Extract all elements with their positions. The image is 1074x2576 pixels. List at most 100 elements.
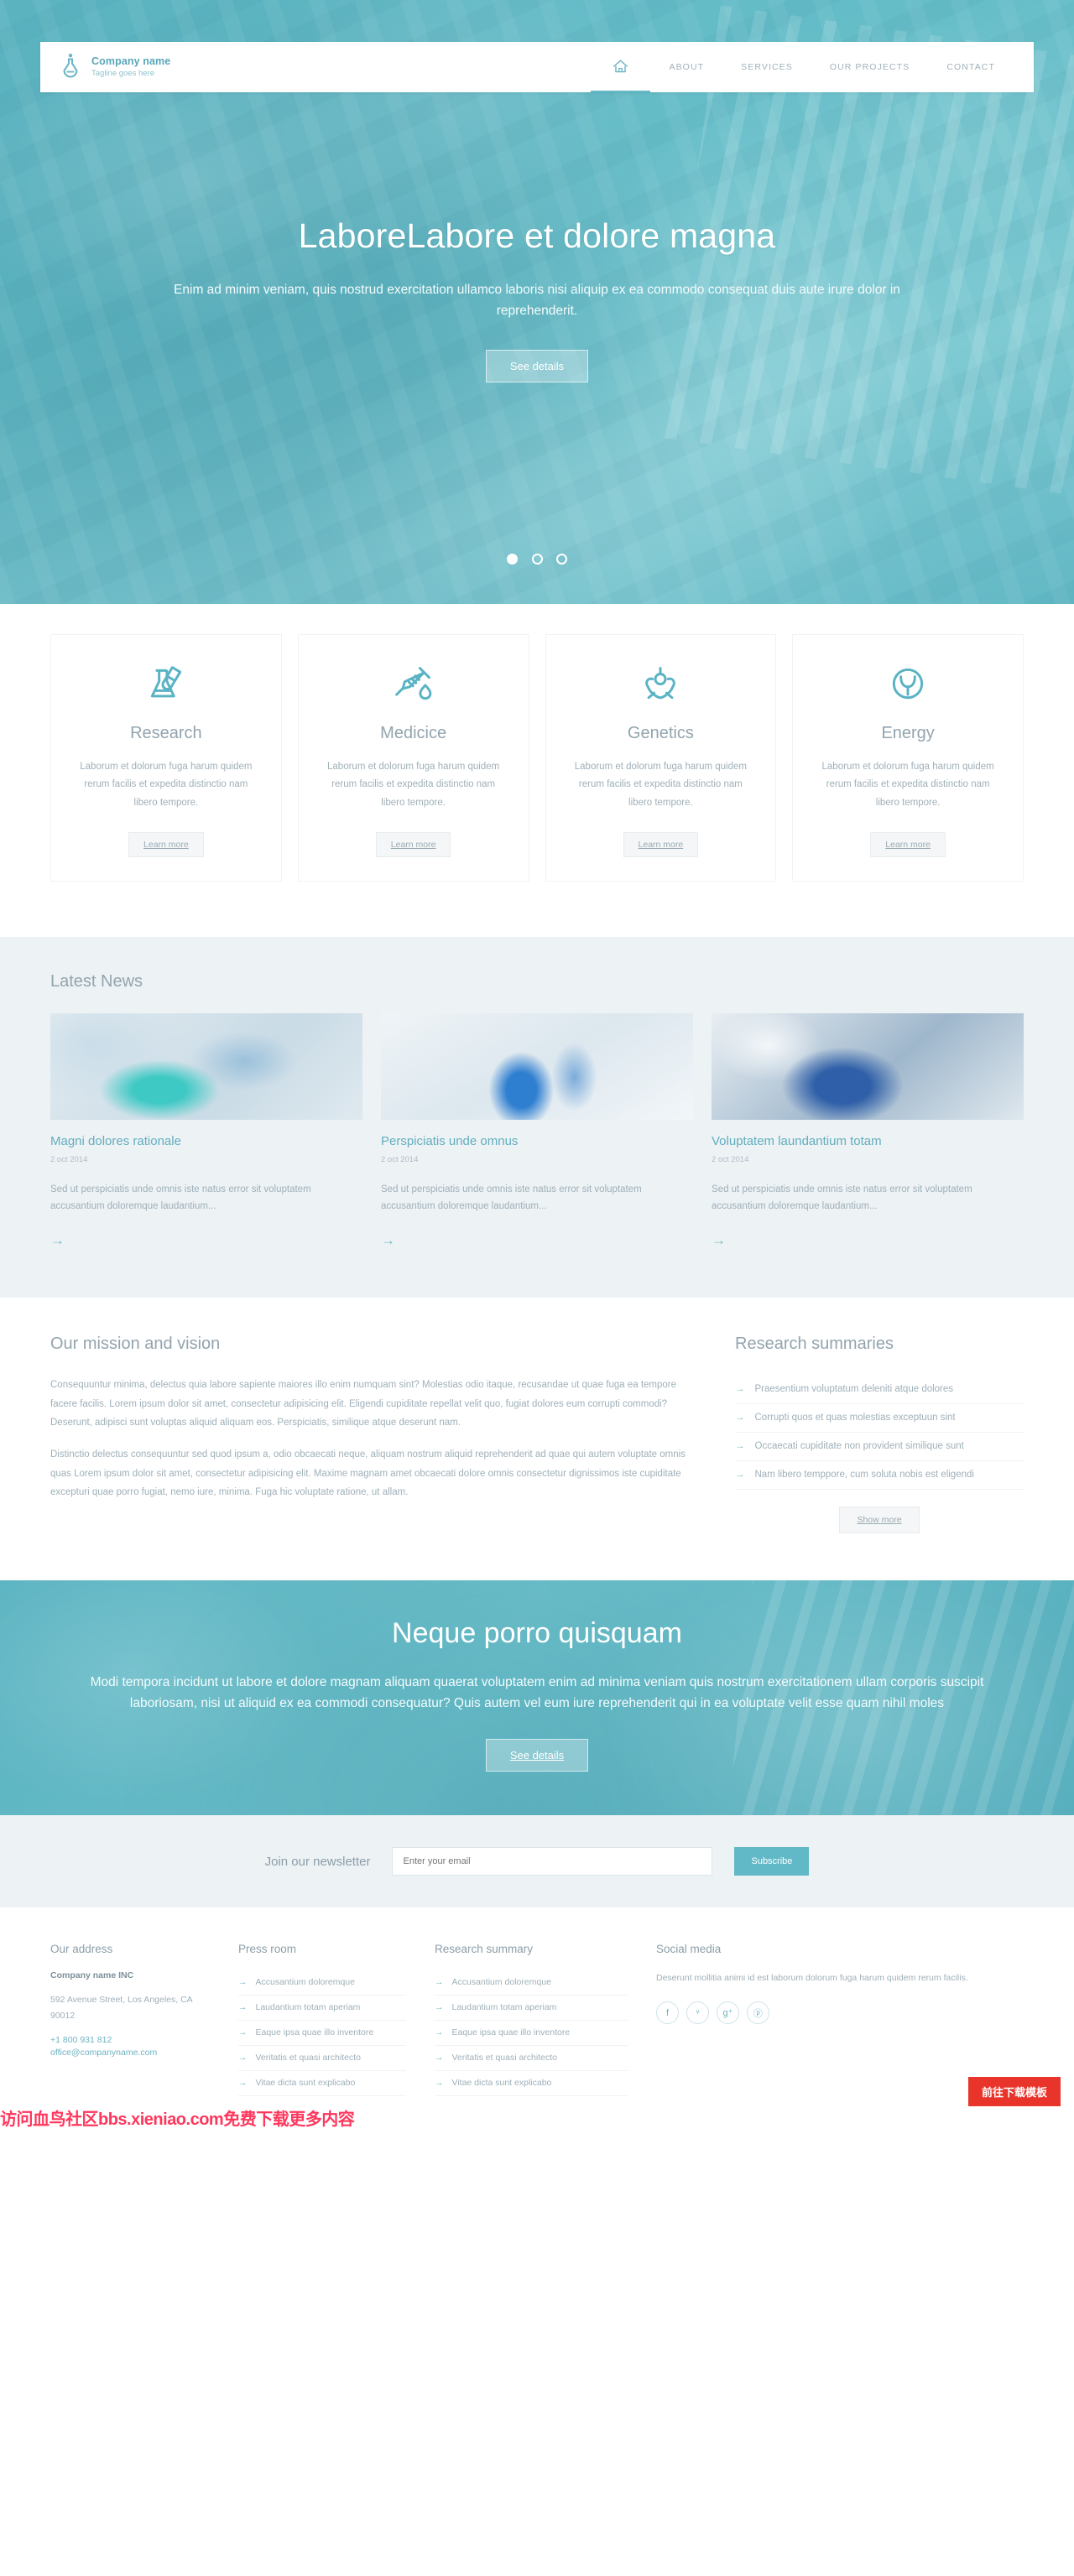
footer-press-item[interactable]: → Accusantium doloremque bbox=[238, 1970, 406, 1996]
arrow-right-icon: → bbox=[435, 1977, 444, 1988]
dna-atom-icon bbox=[566, 660, 756, 709]
nav-item-contact[interactable]: CONTACT bbox=[928, 42, 1014, 92]
footer-email[interactable]: office@companyname.com bbox=[50, 2048, 210, 2058]
footer-press-item-label: Eaque ipsa quae illo inventore bbox=[255, 2027, 374, 2038]
news-title[interactable]: Magni dolores rationale bbox=[50, 1134, 362, 1148]
nav-item-about[interactable]: ABOUT bbox=[650, 42, 722, 92]
carousel-dot-1[interactable] bbox=[507, 554, 519, 565]
services-section: Research Laborum et dolorum fuga harum q… bbox=[0, 604, 1074, 937]
arrow-right-icon: → bbox=[735, 1441, 745, 1452]
facebook-icon[interactable]: f bbox=[656, 2001, 679, 2025]
footer-summary-item-label: Eaque ipsa quae illo inventore bbox=[451, 2027, 571, 2038]
cta-title: Neque porro quisquam bbox=[392, 1617, 682, 1650]
brand[interactable]: Company name Tagline goes here bbox=[59, 53, 170, 81]
service-learn-more-button[interactable]: Learn more bbox=[128, 831, 204, 857]
arrow-right-icon: → bbox=[238, 2027, 248, 2038]
cta-see-details-button[interactable]: See details bbox=[485, 1739, 589, 1772]
flask-test-tube-icon bbox=[71, 660, 261, 709]
news-card: Magni dolores rationale 2 oct 2014 Sed u… bbox=[50, 1012, 362, 1249]
nav-item-our-projects[interactable]: OUR PROJECTS bbox=[811, 42, 928, 92]
footer-press-item[interactable]: → Laudantium totam aperiam bbox=[238, 1996, 406, 2022]
news-thumbnail[interactable] bbox=[381, 1012, 693, 1120]
service-card-medicice[interactable]: Medicice Laborum et dolorum fuga harum q… bbox=[297, 634, 529, 882]
service-learn-more-button[interactable]: Learn more bbox=[375, 831, 451, 857]
footer-summary-item[interactable]: → Veritatis et quasi architecto bbox=[435, 2046, 628, 2072]
news-read-more-arrow-icon[interactable]: → bbox=[50, 1232, 65, 1249]
service-card-energy[interactable]: Energy Laborum et dolorum fuga harum qui… bbox=[792, 634, 1024, 882]
latest-news-section: Latest News Magni dolores rationale 2 oc… bbox=[0, 936, 1074, 1298]
newsletter-email-input[interactable] bbox=[392, 1847, 713, 1876]
footer-summary-item-label: Accusantium doloremque bbox=[451, 1977, 551, 1988]
summary-item-label: Corrupti quos et quas molestias exceptuu… bbox=[754, 1413, 956, 1423]
arrow-right-icon: → bbox=[435, 2078, 444, 2089]
service-learn-more-button[interactable]: Learn more bbox=[870, 831, 946, 857]
summary-item-label: Praesentium voluptatum deleniti atque do… bbox=[754, 1384, 954, 1395]
service-card-genetics[interactable]: Genetics Laborum et dolorum fuga harum q… bbox=[545, 634, 777, 882]
service-card-title: Genetics bbox=[627, 724, 694, 742]
footer-summary-item[interactable]: → Accusantium doloremque bbox=[435, 1970, 628, 1996]
arrow-right-icon: → bbox=[435, 2027, 444, 2038]
summaries-column: Research summaries → Praesentium volupta… bbox=[733, 1335, 1024, 1534]
footer-summary-column: Research summary → Accusantium doloremqu… bbox=[435, 1943, 628, 2097]
news-excerpt: Sed ut perspiciatis unde omnis iste natu… bbox=[712, 1184, 972, 1212]
footer-summary-heading: Research summary bbox=[435, 1943, 534, 1956]
footer-summary-item[interactable]: → Vitae dicta sunt explicabo bbox=[435, 2071, 628, 2097]
download-template-badge[interactable]: 前往下载模板 bbox=[967, 2077, 1061, 2107]
summary-list-item[interactable]: → Corrupti quos et quas molestias except… bbox=[735, 1404, 1024, 1434]
arrow-right-icon: → bbox=[238, 1977, 248, 1988]
nav-item-services[interactable]: SERVICES bbox=[722, 42, 811, 92]
service-card-text: Laborum et dolorum fuga harum quidem rer… bbox=[327, 762, 500, 808]
footer-phone[interactable]: +1 800 931 812 bbox=[50, 2035, 210, 2045]
news-title[interactable]: Perspiciatis unde omnus bbox=[381, 1134, 693, 1148]
footer-press-item-label: Accusantium doloremque bbox=[255, 1977, 355, 1988]
summary-item-label: Occaecati cupiditate non provident simil… bbox=[754, 1441, 964, 1452]
news-title[interactable]: Voluptatem laundantium totam bbox=[712, 1134, 1024, 1148]
header-wrapper: Company name Tagline goes here ABOUT SER… bbox=[0, 0, 1074, 92]
pinterest-icon[interactable]: ⓟ bbox=[747, 2001, 769, 2025]
newsletter-subscribe-button[interactable]: Subscribe bbox=[734, 1847, 810, 1876]
main-nav: ABOUT SERVICES OUR PROJECTS CONTACT bbox=[591, 42, 1014, 92]
news-read-more-arrow-icon[interactable]: → bbox=[381, 1232, 395, 1249]
footer-summary-item-label: Vitae dicta sunt explicabo bbox=[451, 2078, 552, 2089]
footer-press-item-label: Veritatis et quasi architecto bbox=[255, 2053, 361, 2063]
news-card: Voluptatem laundantium totam 2 oct 2014 … bbox=[712, 1012, 1024, 1249]
arrow-right-icon: → bbox=[735, 1470, 745, 1481]
show-more-button[interactable]: Show more bbox=[839, 1507, 920, 1534]
service-card-title: Medicice bbox=[380, 724, 447, 742]
footer-summary-item[interactable]: → Laudantium totam aperiam bbox=[435, 1996, 628, 2022]
summaries-list: → Praesentium voluptatum deleniti atque … bbox=[735, 1376, 1024, 1491]
footer-press-heading: Press room bbox=[238, 1943, 297, 1956]
google-plus-icon[interactable]: g⁺ bbox=[717, 2001, 739, 2025]
arrow-right-icon: → bbox=[735, 1413, 745, 1423]
news-read-more-arrow-icon[interactable]: → bbox=[712, 1232, 726, 1249]
brand-tagline: Tagline goes here bbox=[91, 68, 154, 78]
hero-section: Company name Tagline goes here ABOUT SER… bbox=[0, 0, 1074, 604]
news-grid: Magni dolores rationale 2 oct 2014 Sed u… bbox=[50, 1012, 1024, 1249]
service-card-text: Laborum et dolorum fuga harum quidem rer… bbox=[574, 762, 747, 808]
footer-press-item[interactable]: → Veritatis et quasi architecto bbox=[238, 2046, 406, 2072]
service-card-title: Energy bbox=[881, 724, 935, 742]
arrow-right-icon: → bbox=[435, 2053, 444, 2063]
twitter-icon[interactable]: ᵛ bbox=[686, 2001, 709, 2025]
footer-summary-item[interactable]: → Eaque ipsa quae illo inventore bbox=[435, 2021, 628, 2047]
carousel-dot-3[interactable] bbox=[555, 554, 567, 565]
summary-list-item[interactable]: → Praesentium voluptatum deleniti atque … bbox=[735, 1376, 1024, 1405]
news-thumbnail[interactable] bbox=[712, 1012, 1024, 1120]
footer-press-list: → Accusantium doloremque → Laudantium to… bbox=[238, 1970, 406, 2097]
footer-press-item[interactable]: → Vitae dicta sunt explicabo bbox=[238, 2071, 406, 2097]
summary-list-item[interactable]: → Nam libero temppore, cum soluta nobis … bbox=[735, 1461, 1024, 1491]
arrow-right-icon: → bbox=[735, 1384, 745, 1395]
news-thumbnail[interactable] bbox=[50, 1012, 362, 1120]
carousel-dot-2[interactable] bbox=[531, 554, 543, 565]
summary-list-item[interactable]: → Occaecati cupiditate non provident sim… bbox=[735, 1433, 1024, 1462]
page-root: Company name Tagline goes here ABOUT SER… bbox=[0, 0, 1074, 2131]
nav-item-home[interactable] bbox=[591, 42, 651, 92]
footer-press-item[interactable]: → Eaque ipsa quae illo inventore bbox=[238, 2021, 406, 2047]
news-date: 2 oct 2014 bbox=[712, 1154, 749, 1164]
service-card-research[interactable]: Research Laborum et dolorum fuga harum q… bbox=[50, 634, 282, 882]
hero-see-details-button[interactable]: See details bbox=[485, 350, 589, 383]
service-learn-more-button[interactable]: Learn more bbox=[623, 831, 699, 857]
footer-summary-item-label: Veritatis et quasi architecto bbox=[451, 2053, 557, 2063]
arrow-right-icon: → bbox=[238, 2078, 248, 2089]
hero-subtitle: Enim ad minim veniam, quis nostrud exerc… bbox=[174, 283, 900, 319]
